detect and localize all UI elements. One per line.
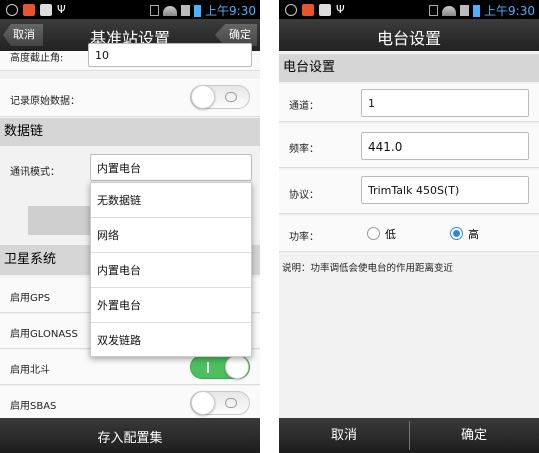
power-row: 功率： 低 高 <box>279 216 539 252</box>
sbas-row[interactable]: 启用SBAS <box>0 386 260 420</box>
app-icon <box>302 3 314 16</box>
frequency-row: 频率： 441.0 <box>279 124 539 168</box>
frequency-label: 频率： <box>289 144 319 155</box>
cutoff-angle-label: 高度截止角: <box>10 53 64 64</box>
comm-mode-select[interactable]: 内置电台 <box>90 154 252 181</box>
page-title: 电台设置 <box>376 29 441 48</box>
cat-icon <box>40 3 52 16</box>
bottom-bar: 取消 确定 <box>279 418 539 453</box>
signal-icon <box>460 5 470 16</box>
protocol-row: 协议： TrimTalk 450S(T) <box>279 170 539 214</box>
save-config-button[interactable]: 存入配置集 <box>0 427 260 446</box>
protocol-label: 协议： <box>289 190 319 201</box>
protocol-select[interactable]: TrimTalk 450S(T) <box>361 176 529 204</box>
title-bar: 电台设置 <box>279 19 539 51</box>
comm-mode-label: 通讯模式： <box>10 167 60 178</box>
power-high-radio[interactable] <box>450 227 463 240</box>
dropdown-option[interactable]: 无数据链 <box>91 183 251 218</box>
record-raw-label: 记录原始数据： <box>10 96 80 107</box>
power-low-radio[interactable] <box>367 227 380 240</box>
cutoff-angle-input[interactable]: 10 <box>88 43 252 67</box>
confirm-button[interactable]: 确定 <box>409 418 539 453</box>
radio-section-header: 电台设置 <box>279 54 539 82</box>
record-raw-toggle[interactable] <box>190 85 250 109</box>
beidou-label: 启用北斗 <box>10 365 50 376</box>
channel-row: 通道： 1 <box>279 84 539 122</box>
datalink-section-header: 数据链 <box>0 118 260 146</box>
bottom-bar: 存入配置集 <box>0 418 260 453</box>
channel-label: 通道： <box>289 101 319 112</box>
status-time: 上午9:30 <box>205 4 256 18</box>
comm-mode-dropdown: 无数据链 网络 内置电台 外置电台 双发链路 <box>90 182 252 357</box>
beidou-toggle[interactable] <box>190 355 250 379</box>
power-note: 说明：功率调低会使电台的作用距离变近 <box>282 263 454 274</box>
dropdown-option[interactable]: 外置电台 <box>91 288 251 323</box>
status-time: 上午9:30 <box>484 4 535 18</box>
glonass-label: 启用GLONASS <box>10 329 78 340</box>
power-label: 功率： <box>289 232 319 243</box>
signal-icon <box>181 5 191 16</box>
dropdown-option[interactable]: 网络 <box>91 218 251 253</box>
settings-icon <box>285 3 297 16</box>
app-icon <box>23 3 35 16</box>
gps-label: 启用GPS <box>10 293 51 304</box>
sbas-toggle[interactable] <box>190 391 250 415</box>
power-low-label: 低 <box>385 228 396 241</box>
usb-icon: Ψ <box>57 3 66 16</box>
frequency-input[interactable]: 441.0 <box>361 132 529 160</box>
dropdown-option[interactable]: 双发链路 <box>91 323 251 358</box>
record-raw-row[interactable]: 记录原始数据： <box>0 79 260 117</box>
battery-icon <box>473 4 481 17</box>
dropdown-option[interactable]: 内置电台 <box>91 253 251 288</box>
channel-input[interactable]: 1 <box>361 89 529 117</box>
wifi-icon <box>442 5 457 16</box>
status-bar: Ψ 上午9:30 <box>0 0 260 19</box>
status-bar: Ψ 上午9:30 <box>279 0 539 19</box>
power-high-label: 高 <box>468 228 479 241</box>
cat-icon <box>319 3 331 16</box>
battery-icon <box>194 4 202 17</box>
vibrate-icon <box>150 5 160 16</box>
usb-icon: Ψ <box>336 3 345 16</box>
base-station-settings-screen: Ψ 上午9:30 取消 基准站设置 确定 高度截止角: 10 记录原始数据： 数… <box>0 0 260 453</box>
settings-icon <box>6 3 18 16</box>
cutoff-angle-row: 高度截止角: 10 <box>0 43 260 71</box>
sbas-label: 启用SBAS <box>10 401 57 412</box>
cancel-button[interactable]: 取消 <box>279 418 409 453</box>
vibrate-icon <box>429 5 439 16</box>
wifi-icon <box>163 5 178 16</box>
radio-settings-screen: Ψ 上午9:30 电台设置 电台设置 通道： 1 频率： 441.0 协议： T… <box>279 0 539 453</box>
